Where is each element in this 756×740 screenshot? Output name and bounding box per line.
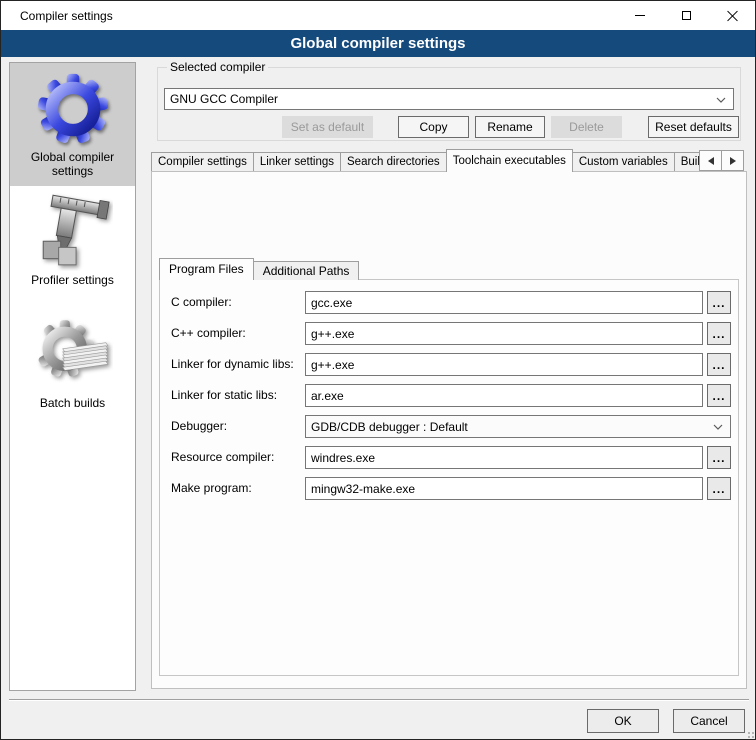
resize-grip[interactable]: [748, 732, 750, 734]
cpp-compiler-browse-button[interactable]: ...: [707, 322, 731, 345]
field-row-resource-compiler: Resource compiler: windres.exe ...: [1, 446, 756, 469]
linker-static-input[interactable]: ar.exe: [305, 384, 703, 407]
resource-compiler-input[interactable]: windres.exe: [305, 446, 703, 469]
caliper-icon: [33, 193, 113, 271]
close-icon: [727, 10, 738, 21]
field-label: Make program:: [171, 477, 252, 500]
copy-button[interactable]: Copy: [398, 116, 469, 138]
c-compiler-input[interactable]: gcc.exe: [305, 291, 703, 314]
window-title: Compiler settings: [20, 9, 113, 23]
field-row-linker-static: Linker for static libs: ar.exe ...: [1, 384, 756, 407]
field-row-debugger: Debugger: GDB/CDB debugger : Default: [1, 415, 756, 438]
field-label: C compiler:: [171, 291, 232, 314]
field-value: g++.exe: [311, 358, 354, 372]
maximize-icon: [682, 11, 691, 20]
tab-compiler-settings[interactable]: Compiler settings: [151, 152, 254, 172]
resource-compiler-browse-button[interactable]: ...: [707, 446, 731, 469]
field-label: Resource compiler:: [171, 446, 274, 469]
make-program-input[interactable]: mingw32-make.exe: [305, 477, 703, 500]
ok-button[interactable]: OK: [587, 709, 659, 733]
field-row-linker-dynamic: Linker for dynamic libs: g++.exe ...: [1, 353, 756, 376]
cancel-button[interactable]: Cancel: [673, 709, 745, 733]
cpp-compiler-input[interactable]: g++.exe: [305, 322, 703, 345]
footer-separator: [9, 699, 749, 701]
compiler-select-value: GNU GCC Compiler: [170, 92, 278, 106]
field-value: g++.exe: [311, 327, 354, 341]
field-label: Linker for dynamic libs:: [171, 353, 294, 376]
tab-scroll-right-button[interactable]: [721, 150, 744, 171]
tab-program-files[interactable]: Program Files: [159, 258, 254, 280]
sidebar-item-label: Global compiler settings: [10, 150, 135, 186]
arrow-right-icon: [730, 157, 736, 165]
set-as-default-button: Set as default: [282, 116, 373, 138]
tab-custom-variables[interactable]: Custom variables: [572, 152, 675, 172]
field-label: Debugger:: [171, 415, 227, 438]
tab-scroll-left-button[interactable]: [699, 150, 722, 171]
compiler-select[interactable]: GNU GCC Compiler: [164, 88, 734, 110]
selected-compiler-group-label: Selected compiler: [167, 60, 268, 74]
field-row-c-compiler: C compiler: gcc.exe ...: [1, 291, 756, 314]
settings-category-list: Global compiler settings: [9, 62, 136, 691]
rename-button[interactable]: Rename: [475, 116, 545, 138]
close-button[interactable]: [709, 1, 755, 30]
tab-search-directories[interactable]: Search directories: [340, 152, 447, 172]
field-value: mingw32-make.exe: [311, 482, 415, 496]
tab-toolchain-executables[interactable]: Toolchain executables: [446, 149, 573, 172]
minimize-button[interactable]: [617, 1, 663, 30]
field-row-make-program: Make program: mingw32-make.exe ...: [1, 477, 756, 500]
chevron-down-icon: [713, 424, 723, 430]
blue-gear-icon: [33, 70, 113, 148]
titlebar[interactable]: Compiler settings: [1, 1, 755, 30]
linker-dynamic-input[interactable]: g++.exe: [305, 353, 703, 376]
reset-defaults-button[interactable]: Reset defaults: [648, 116, 739, 138]
compiler-options-tabs: Compiler settings Linker settings Search…: [151, 149, 713, 172]
sidebar-item-profiler-settings[interactable]: Profiler settings: [10, 186, 135, 295]
delete-button: Delete: [551, 116, 622, 138]
chevron-down-icon: [716, 97, 726, 103]
page-title: Global compiler settings: [1, 30, 755, 57]
field-label: C++ compiler:: [171, 322, 246, 345]
field-value: gcc.exe: [311, 296, 352, 310]
minimize-icon: [635, 15, 645, 16]
selected-compiler-group: Selected compiler GNU GCC Compiler Set a…: [157, 67, 741, 141]
make-program-browse-button[interactable]: ...: [707, 477, 731, 500]
tab-additional-paths[interactable]: Additional Paths: [253, 261, 360, 280]
window-controls: [617, 1, 755, 30]
program-files-tabs: Program Files Additional Paths: [159, 258, 358, 280]
field-value: GDB/CDB debugger : Default: [311, 420, 468, 434]
sidebar-item-global-compiler-settings[interactable]: Global compiler settings: [10, 63, 135, 186]
linker-dynamic-browse-button[interactable]: ...: [707, 353, 731, 376]
field-row-cpp-compiler: C++ compiler: g++.exe ...: [1, 322, 756, 345]
maximize-button[interactable]: [663, 1, 709, 30]
arrow-left-icon: [708, 157, 714, 165]
c-compiler-browse-button[interactable]: ...: [707, 291, 731, 314]
compiler-settings-dialog: Compiler settings Global compiler settin…: [0, 0, 756, 740]
field-value: ar.exe: [311, 389, 344, 403]
debugger-select[interactable]: GDB/CDB debugger : Default: [305, 415, 731, 438]
linker-static-browse-button[interactable]: ...: [707, 384, 731, 407]
tab-linker-settings[interactable]: Linker settings: [253, 152, 341, 172]
field-label: Linker for static libs:: [171, 384, 277, 407]
field-value: windres.exe: [311, 451, 375, 465]
tab-scroll-arrows: [699, 150, 743, 171]
